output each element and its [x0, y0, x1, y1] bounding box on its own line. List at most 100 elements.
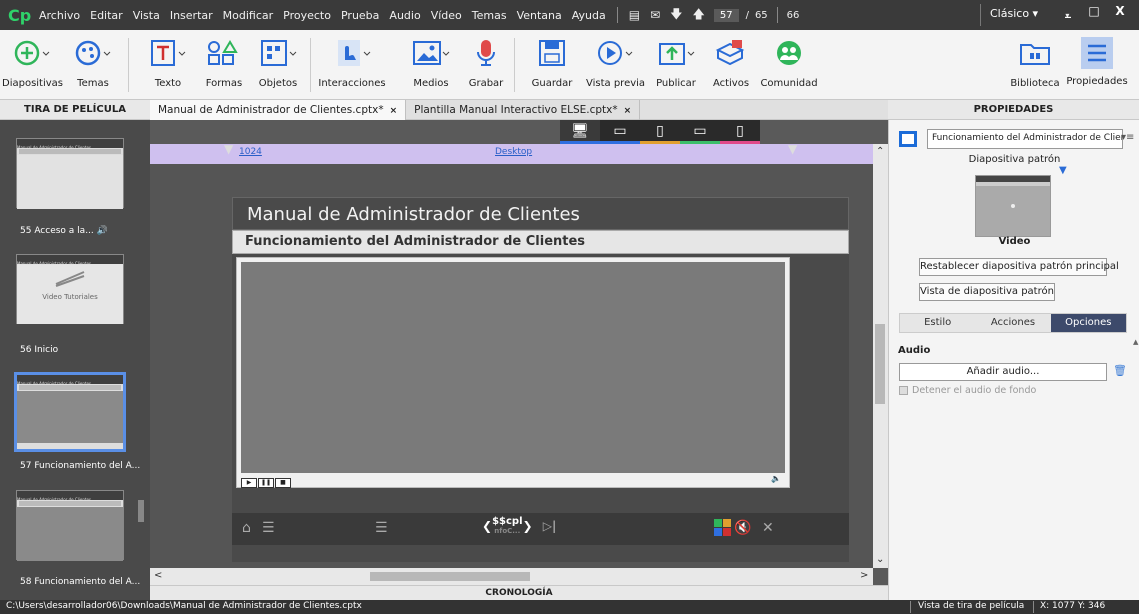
toc-icon[interactable]: ☰ — [262, 520, 275, 536]
slide-title-bar[interactable]: Manual de Administrador de Clientes — [232, 197, 849, 230]
horizontal-scrollbar[interactable]: < > — [150, 568, 873, 585]
library-button[interactable]: Biblioteca — [1010, 36, 1060, 89]
preview-button[interactable]: Vista previa — [586, 36, 645, 89]
themes-button[interactable]: Temas — [66, 36, 120, 89]
properties-button[interactable]: Propiedades — [1064, 36, 1130, 87]
slide-color-swatch[interactable] — [899, 131, 917, 147]
volume-icon[interactable]: 🔈 — [771, 474, 781, 483]
breakpoint-marker-icon[interactable]: ▼ — [224, 142, 233, 156]
view-master-button[interactable]: Vista de diapositiva patrón — [919, 283, 1055, 301]
tablet-portrait-icon[interactable]: ▯ — [640, 120, 680, 144]
community-button[interactable]: Comunidad — [760, 36, 818, 89]
slide-thumbnail-57-selected[interactable]: Manual de Administrador de Clientes — [14, 372, 126, 452]
slide-thumbnail-58[interactable]: Manual de Administrador de Clientes — [16, 490, 124, 561]
slide-subtitle[interactable]: Funcionamiento del Administrador de Clie… — [245, 234, 585, 249]
interactions-button[interactable]: Interacciones — [318, 36, 386, 89]
tab-opciones[interactable]: Opciones — [1050, 314, 1126, 332]
phone-landscape-icon[interactable]: ▭ — [680, 120, 720, 144]
breakpoint-width[interactable]: 1024 — [239, 147, 262, 157]
slides-button[interactable]: Diapositivas — [2, 36, 63, 89]
reset-master-button[interactable]: Restablecer diapositiva patrón principal — [919, 258, 1119, 276]
video-area[interactable] — [241, 262, 785, 473]
arrow-up-icon[interactable]: 🡅 — [687, 5, 709, 26]
slide-thumbnail-56[interactable]: Manual de Administrador de Clientes Vide… — [16, 254, 124, 324]
puzzle-icon[interactable] — [714, 519, 732, 541]
scroll-up-icon[interactable]: ⌃ — [876, 146, 884, 157]
menu-icon[interactable]: ☰ — [375, 520, 388, 536]
slide-title[interactable]: Manual de Administrador de Clientes — [247, 204, 580, 225]
previous-icon[interactable]: ❮ — [482, 519, 492, 533]
slide-thumbnail-55[interactable]: Manual de Administrador de Clientes — [16, 138, 124, 209]
add-audio-button[interactable]: Añadir audio... — [899, 363, 1107, 381]
scrollbar-thumb[interactable] — [875, 324, 885, 404]
menu-insertar[interactable]: Insertar — [165, 9, 218, 22]
menu-ventana[interactable]: Ventana — [512, 9, 567, 22]
trash-icon[interactable]: 🗑 — [1113, 364, 1127, 377]
breakpoint-name[interactable]: Desktop — [495, 147, 532, 157]
shapes-button[interactable]: Formas — [200, 36, 248, 89]
pause-icon[interactable]: ❚❚ — [258, 478, 274, 488]
mail-icon[interactable]: ✉ — [645, 8, 665, 22]
tab-manual-administrador[interactable]: Manual de Administrador de Clientes.cptx… — [150, 100, 407, 120]
phone-portrait-icon[interactable]: ▯ — [720, 120, 760, 144]
objects-button[interactable]: Objetos — [254, 36, 302, 89]
scrollbar-thumb[interactable] — [370, 572, 530, 581]
desktop-device-icon[interactable]: 🖥 — [560, 120, 600, 144]
breakpoint-marker-icon[interactable]: ▼ — [788, 142, 797, 156]
menu-ayuda[interactable]: Ayuda — [567, 9, 611, 22]
mute-icon[interactable]: 🔇 — [734, 520, 751, 536]
publish-button[interactable]: Publicar — [652, 36, 700, 89]
menu-proyecto[interactable]: Proyecto — [278, 9, 336, 22]
slide[interactable]: Manual de Administrador de Clientes Func… — [232, 197, 849, 562]
record-button[interactable]: Grabar — [466, 36, 506, 89]
filmstrip-panel[interactable]: Manual de Administrador de Clientes 55 A… — [0, 120, 150, 600]
panel-menu-icon[interactable]: ▾≡ — [1121, 132, 1134, 143]
home-icon[interactable]: ⌂ — [242, 520, 251, 536]
next-icon[interactable]: ❯ — [523, 519, 533, 533]
tab-plantilla-manual[interactable]: Plantilla Manual Interactivo ELSE.cptx* × — [406, 100, 641, 120]
timeline-header[interactable]: CRONOLOGÍA — [150, 585, 888, 600]
slide-name-field[interactable]: Funcionamiento del Administrador de Clie… — [927, 129, 1123, 149]
master-slide-thumbnail[interactable] — [975, 175, 1051, 237]
scroll-right-icon[interactable]: > — [860, 570, 868, 581]
breakpoint-bar[interactable]: ▼ 1024 Desktop ▼ — [150, 142, 888, 164]
stop-background-audio-checkbox[interactable]: Detener el audio de fondo — [899, 385, 1036, 396]
tab-acciones[interactable]: Acciones — [975, 314, 1050, 332]
play-icon[interactable]: ▶ — [241, 478, 257, 488]
save-button[interactable]: Guardar — [530, 36, 574, 89]
menu-temas[interactable]: Temas — [467, 9, 512, 22]
menu-vista[interactable]: Vista — [128, 9, 165, 22]
menu-archivo[interactable]: Archivo — [34, 9, 85, 22]
skip-forward-icon[interactable]: ▷| — [543, 519, 557, 533]
close-tab-icon[interactable]: × — [624, 106, 632, 116]
menu-modificar[interactable]: Modificar — [218, 9, 279, 22]
menu-prueba[interactable]: Prueba — [336, 9, 384, 22]
tablet-landscape-icon[interactable]: ▭ — [600, 120, 640, 144]
filmstrip-scrollbar[interactable] — [138, 500, 144, 522]
vertical-scrollbar[interactable]: ⌃ ⌄ — [873, 144, 888, 568]
arrow-down-icon[interactable]: 🡇 — [665, 5, 687, 26]
media-button[interactable]: Medios — [408, 36, 454, 89]
close-tab-icon[interactable]: × — [390, 106, 398, 116]
scroll-left-icon[interactable]: < — [154, 570, 162, 581]
workspace-dropdown[interactable]: Clásico ▾ — [990, 7, 1038, 20]
menu-video[interactable]: Vídeo — [426, 9, 467, 22]
master-dropdown-icon[interactable]: ▼ — [1059, 165, 1067, 176]
slide-subtitle-bar[interactable]: Funcionamiento del Administrador de Clie… — [232, 230, 849, 254]
close-icon[interactable]: ✕ — [762, 520, 774, 536]
scroll-up-icon[interactable]: ▲ — [1133, 338, 1138, 346]
menu-audio[interactable]: Audio — [384, 9, 425, 22]
text-button[interactable]: Texto — [146, 36, 190, 89]
scroll-down-icon[interactable]: ⌄ — [876, 554, 884, 565]
slide-canvas[interactable]: Manual de Administrador de Clientes Func… — [150, 164, 873, 568]
checkbox[interactable] — [899, 386, 908, 395]
menu-editar[interactable]: Editar — [85, 9, 128, 22]
minimize-button[interactable]: _ — [1055, 2, 1081, 20]
assets-button[interactable]: Activos — [710, 36, 752, 89]
video-placeholder[interactable]: ▶ ❚❚ ■ 🔈 — [236, 257, 790, 488]
close-button[interactable]: X — [1107, 2, 1133, 20]
current-slide-number[interactable]: 57 — [713, 8, 739, 22]
stop-icon[interactable]: ■ — [275, 478, 291, 488]
tab-estilo[interactable]: Estilo — [900, 314, 975, 332]
slide-list-icon[interactable]: ▤ — [624, 8, 645, 22]
